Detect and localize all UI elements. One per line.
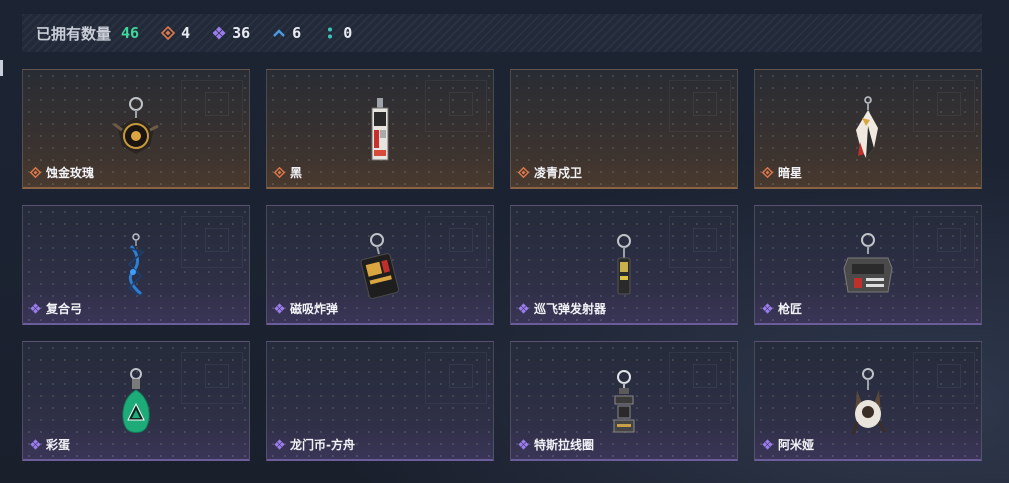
keychain-card-amiya[interactable]: 阿米娅 [754, 341, 982, 461]
keychain-grid: 蚀金玫瑰 黑 凌青戍卫 暗星 复合弓 磁吸炸弹 巡飞弹发射器 枪匠 彩蛋 龙门币… [22, 69, 982, 461]
stat-blue: 6 [272, 24, 301, 42]
orange-diamond-icon [161, 26, 176, 40]
orange-diamond-icon [762, 167, 773, 178]
blue-chevron-icon [273, 29, 286, 37]
purple-diamond-icon [762, 303, 773, 314]
keychain-card-lungmen-coin[interactable]: 龙门币-方舟 [266, 341, 494, 461]
owned-count-label: 已拥有数量 [36, 24, 112, 43]
keychain-name: 巡飞弹发射器 [534, 302, 607, 316]
keychain-card-azure-guard[interactable]: 凌青戍卫 [510, 69, 738, 189]
compound-bow-keychain-icon [121, 232, 151, 302]
purple-diamond-icon [212, 26, 226, 40]
purple-diamond-icon [518, 303, 529, 314]
stat-teal-value: 0 [343, 24, 353, 42]
stat-teal: 0 [323, 24, 352, 42]
rose-keychain-icon [106, 96, 166, 168]
keychain-name: 特斯拉线圈 [534, 438, 595, 452]
stat-blue-value: 6 [292, 24, 302, 42]
keychain-card-tesla-coil[interactable]: 特斯拉线圈 [510, 341, 738, 461]
tesla-coil-keychain-icon [609, 368, 639, 438]
card-decoration [693, 364, 717, 388]
card-decoration [693, 228, 717, 252]
stat-orange: 4 [161, 24, 190, 42]
keychain-name: 磁吸炸弹 [290, 302, 339, 316]
keychain-card-missile-launcher[interactable]: 巡飞弹发射器 [510, 205, 738, 325]
card-decoration [205, 228, 229, 252]
purple-diamond-icon [274, 439, 285, 450]
keychain-name: 蚀金玫瑰 [46, 166, 95, 180]
card-decoration [937, 92, 961, 116]
keychain-card-magnetic-bomb[interactable]: 磁吸炸弹 [266, 205, 494, 325]
card-decoration [693, 92, 717, 116]
teal-dots-icon [328, 27, 333, 39]
keychain-name: 龙门币-方舟 [290, 438, 355, 452]
magnetic-bomb-keychain-icon [355, 232, 405, 302]
dark-star-keychain-icon [848, 96, 888, 168]
card-decoration [937, 228, 961, 252]
card-decoration [449, 92, 473, 116]
easter-egg-keychain-icon [116, 368, 156, 438]
orange-diamond-icon [274, 167, 285, 178]
keychain-card-black[interactable]: 黑 [266, 69, 494, 189]
keychain-name: 彩蛋 [46, 438, 71, 452]
purple-diamond-icon [30, 439, 41, 450]
keychain-name: 凌青戍卫 [534, 166, 583, 180]
keychain-name: 复合弓 [46, 302, 83, 316]
black-tag-keychain-icon [365, 96, 395, 164]
keychain-card-gilded-rose[interactable]: 蚀金玫瑰 [22, 69, 250, 189]
purple-diamond-icon [518, 439, 529, 450]
stat-purple: 36 [212, 24, 250, 42]
purple-diamond-icon [274, 303, 285, 314]
card-decoration [449, 364, 473, 388]
keychain-card-compound-bow[interactable]: 复合弓 [22, 205, 250, 325]
purple-diamond-icon [30, 303, 41, 314]
side-indicator [0, 60, 3, 76]
stat-purple-value: 36 [232, 24, 251, 42]
card-decoration [449, 228, 473, 252]
keychain-card-dark-star[interactable]: 暗星 [754, 69, 982, 189]
owned-total-count: 46 [121, 24, 140, 42]
keychain-card-easter-egg[interactable]: 彩蛋 [22, 341, 250, 461]
keychain-name: 暗星 [778, 166, 803, 180]
purple-diamond-icon [762, 439, 773, 450]
orange-diamond-icon [30, 167, 41, 178]
keychain-card-gunsmith[interactable]: 枪匠 [754, 205, 982, 325]
stat-orange-value: 4 [181, 24, 191, 42]
keychain-name: 阿米娅 [778, 438, 815, 452]
gunsmith-keychain-icon [838, 232, 898, 300]
card-decoration [205, 364, 229, 388]
keychain-name: 枪匠 [778, 302, 803, 316]
keychain-collection-panel: 已拥有数量 46 4 36 6 0 蚀金玫瑰 黑 凌青戍卫 暗星 复合弓 磁吸炸… [0, 0, 1009, 483]
missile-launcher-keychain-icon [609, 232, 639, 302]
ownership-header: 已拥有数量 46 4 36 6 0 [22, 14, 982, 52]
keychain-name: 黑 [290, 166, 303, 180]
amiya-keychain-icon [843, 368, 893, 438]
card-decoration [937, 364, 961, 388]
orange-diamond-icon [518, 167, 529, 178]
card-decoration [205, 92, 229, 116]
